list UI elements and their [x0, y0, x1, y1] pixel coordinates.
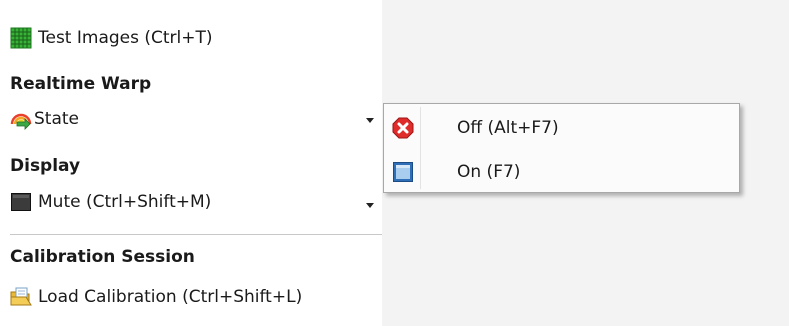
- red-x-icon: [392, 117, 414, 139]
- grid-icon: [10, 27, 32, 49]
- mute-button[interactable]: Mute (Ctrl+Shift+M): [10, 189, 211, 215]
- state-menu: Off (Alt+F7) On (F7): [383, 103, 740, 193]
- folder-open-icon: [10, 286, 32, 308]
- mute-chevron-down-icon[interactable]: [366, 203, 374, 208]
- state-dropdown[interactable]: State: [10, 106, 380, 132]
- test-images-label: Test Images (Ctrl+T): [38, 28, 213, 48]
- menu-item-off-label: Off (Alt+F7): [457, 118, 559, 138]
- load-calibration-button[interactable]: Load Calibration (Ctrl+Shift+L): [10, 284, 302, 310]
- test-images-button[interactable]: Test Images (Ctrl+T): [10, 25, 213, 51]
- menu-item-on[interactable]: On (F7): [384, 154, 739, 190]
- display-header: Display: [10, 156, 81, 176]
- state-label: State: [34, 109, 79, 129]
- load-calibration-label: Load Calibration (Ctrl+Shift+L): [38, 287, 303, 307]
- menu-item-off[interactable]: Off (Alt+F7): [384, 110, 739, 146]
- calibration-session-header: Calibration Session: [10, 247, 195, 267]
- mute-label: Mute (Ctrl+Shift+M): [38, 192, 212, 212]
- black-square-icon: [10, 191, 32, 213]
- section-divider: [10, 234, 382, 235]
- blue-square-icon: [392, 161, 414, 183]
- ribbon-panel: Test Images (Ctrl+T) Realtime Warp State…: [0, 0, 382, 326]
- state-chevron-down-icon[interactable]: [366, 118, 374, 123]
- realtime-warp-header: Realtime Warp: [10, 74, 152, 94]
- menu-item-on-label: On (F7): [457, 162, 521, 182]
- rainbow-arrow-icon: [10, 108, 32, 130]
